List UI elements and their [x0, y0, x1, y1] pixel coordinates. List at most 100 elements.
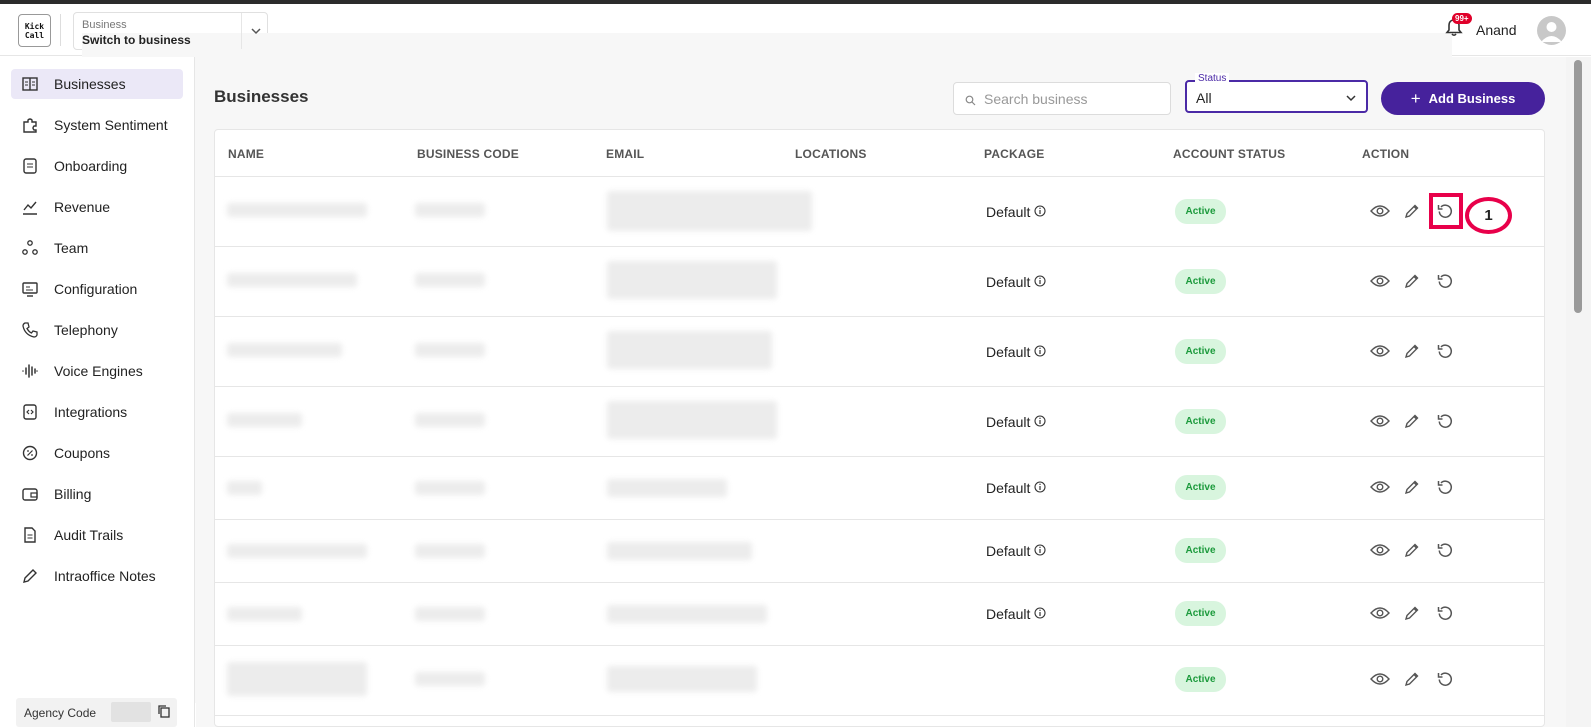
sidebar-item-label: Businesses [54, 76, 126, 92]
redacted-email [607, 479, 727, 497]
user-name[interactable]: Anand [1476, 22, 1516, 38]
view-icon[interactable] [1369, 539, 1391, 561]
status-filter-value: All [1196, 90, 1212, 106]
reset-icon[interactable] [1434, 270, 1456, 292]
building-icon [21, 75, 39, 93]
redacted-business-code [415, 607, 485, 621]
table-row: Default Active [215, 520, 1544, 583]
view-icon[interactable] [1369, 602, 1391, 624]
reset-icon[interactable] [1434, 539, 1456, 561]
table-row: Default Active [215, 177, 1544, 247]
edit-icon[interactable] [1401, 410, 1423, 432]
view-icon[interactable] [1369, 200, 1391, 222]
sidebar-item-voice-engines[interactable]: Voice Engines [11, 356, 183, 386]
view-icon[interactable] [1369, 340, 1391, 362]
app-logo[interactable]: Kick Call [18, 14, 51, 47]
sidebar: Businesses System Sentiment Onboarding R… [0, 57, 195, 727]
notification-badge: 99+ [1452, 13, 1472, 24]
sidebar-item-team[interactable]: Team [11, 233, 183, 263]
edit-icon[interactable] [1401, 476, 1423, 498]
column-header-action: ACTION [1362, 147, 1410, 161]
status-badge: Active [1175, 269, 1226, 294]
add-business-button[interactable]: + Add Business [1381, 82, 1545, 115]
scrollbar-thumb[interactable] [1574, 60, 1582, 313]
sidebar-item-label: Voice Engines [54, 363, 143, 379]
table-row: Default Active [215, 457, 1544, 520]
table-row: Default Active [215, 247, 1544, 317]
sidebar-item-label: Coupons [54, 445, 111, 461]
edit-icon[interactable] [1401, 668, 1423, 690]
reset-icon[interactable] [1434, 340, 1456, 362]
sidebar-item-billing[interactable]: Billing [11, 479, 183, 509]
reset-icon[interactable] [1434, 476, 1456, 498]
edit-icon[interactable] [1401, 270, 1423, 292]
info-icon[interactable] [1034, 274, 1046, 290]
info-icon[interactable] [1034, 480, 1046, 496]
info-icon[interactable] [1034, 204, 1046, 220]
sidebar-item-coupons[interactable]: Coupons [11, 438, 183, 468]
phone-icon [21, 321, 39, 339]
sidebar-item-telephony[interactable]: Telephony [11, 315, 183, 345]
view-icon[interactable] [1369, 270, 1391, 292]
status-badge: Active [1175, 538, 1226, 563]
info-icon[interactable] [1034, 344, 1046, 360]
sidebar-item-audit-trails[interactable]: Audit Trails [11, 520, 183, 550]
info-icon[interactable] [1034, 414, 1046, 430]
redacted-business-code [415, 481, 485, 495]
agency-code-value [111, 702, 151, 722]
page-title: Businesses [214, 87, 309, 106]
edit-icon[interactable] [1401, 340, 1423, 362]
sidebar-item-system-sentiment[interactable]: System Sentiment [11, 110, 183, 140]
view-icon[interactable] [1369, 668, 1391, 690]
edit-icon[interactable] [1401, 602, 1423, 624]
switcher-sub-label: Business [82, 19, 127, 31]
package-cell: Default [986, 480, 1046, 496]
annotation-highlight-box [1429, 193, 1463, 229]
status-filter-select[interactable]: Status All [1185, 73, 1368, 113]
redacted-email [607, 261, 777, 299]
package-cell: Default [986, 204, 1046, 220]
reset-icon[interactable] [1434, 668, 1456, 690]
reset-icon[interactable] [1434, 602, 1456, 624]
reset-icon[interactable] [1434, 410, 1456, 432]
column-header-account-status: ACCOUNT STATUS [1173, 147, 1286, 161]
business-switcher[interactable]: Business Switch to business [73, 12, 1452, 703]
add-business-label: Add Business [1428, 91, 1516, 106]
table-row: Default Active [215, 387, 1544, 457]
copy-icon[interactable] [157, 704, 171, 723]
chevron-down-icon[interactable] [249, 24, 263, 43]
package-label: Default [986, 414, 1031, 430]
redacted-name [227, 413, 302, 427]
sidebar-item-integrations[interactable]: Integrations [11, 397, 183, 427]
sidebar-item-intraoffice-notes[interactable]: Intraoffice Notes [11, 561, 183, 591]
chevron-down-icon[interactable] [1344, 91, 1358, 110]
redacted-name [227, 544, 367, 558]
search-box[interactable] [953, 82, 1171, 115]
redacted-business-code [415, 544, 485, 558]
view-icon[interactable] [1369, 410, 1391, 432]
redacted-business-code [415, 413, 485, 427]
sidebar-item-label: Billing [54, 486, 92, 502]
sidebar-item-label: Revenue [54, 199, 111, 215]
divider [60, 14, 61, 46]
plus-icon: + [1410, 88, 1421, 108]
edit-icon[interactable] [1401, 200, 1423, 222]
sidebar-item-onboarding[interactable]: Onboarding [11, 151, 183, 181]
sidebar-item-businesses[interactable]: Businesses [11, 69, 183, 99]
search-input[interactable] [984, 90, 1164, 108]
edit-icon[interactable] [1401, 539, 1423, 561]
sidebar-item-configuration[interactable]: Configuration [11, 274, 183, 304]
pencil-icon [21, 567, 39, 585]
table-row: Default Active [215, 583, 1544, 646]
redacted-email [607, 542, 752, 560]
search-icon [965, 93, 976, 111]
puzzle-icon [21, 116, 39, 134]
info-icon[interactable] [1034, 543, 1046, 559]
table-row: Default Active [215, 317, 1544, 387]
redacted-name [227, 273, 357, 287]
view-icon[interactable] [1369, 476, 1391, 498]
info-icon[interactable] [1034, 606, 1046, 622]
sidebar-item-revenue[interactable]: Revenue [11, 192, 183, 222]
avatar[interactable] [1537, 16, 1566, 45]
package-cell: Default [986, 606, 1046, 622]
